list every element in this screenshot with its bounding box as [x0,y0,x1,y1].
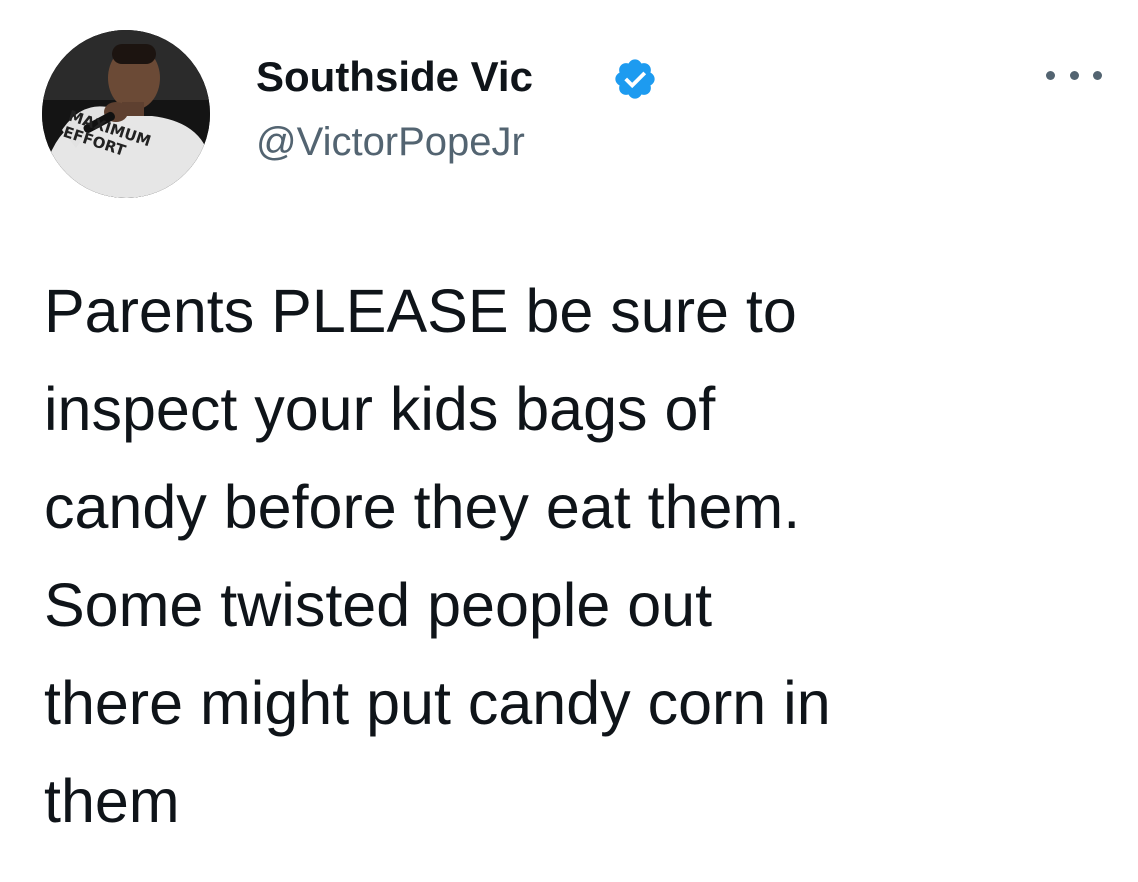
more-horizontal-icon-dot [1093,70,1102,80]
display-name[interactable]: Southside Vic [256,52,533,102]
avatar-photo [42,30,210,198]
more-horizontal-icon-dot [1046,70,1055,80]
avatar[interactable]: MAXIMUM EFFORT [42,30,210,198]
verified-badge-icon [615,59,655,99]
tweet-text: Parents PLEASE be sure to inspect your k… [44,277,831,835]
more-horizontal-icon-dot [1069,70,1079,80]
tweet-card: MAXIMUM EFFORT Southside Vic @VictorPope… [0,0,1138,882]
user-handle[interactable]: @VictorPopeJr [256,118,525,166]
more-options-button[interactable] [1046,60,1102,90]
